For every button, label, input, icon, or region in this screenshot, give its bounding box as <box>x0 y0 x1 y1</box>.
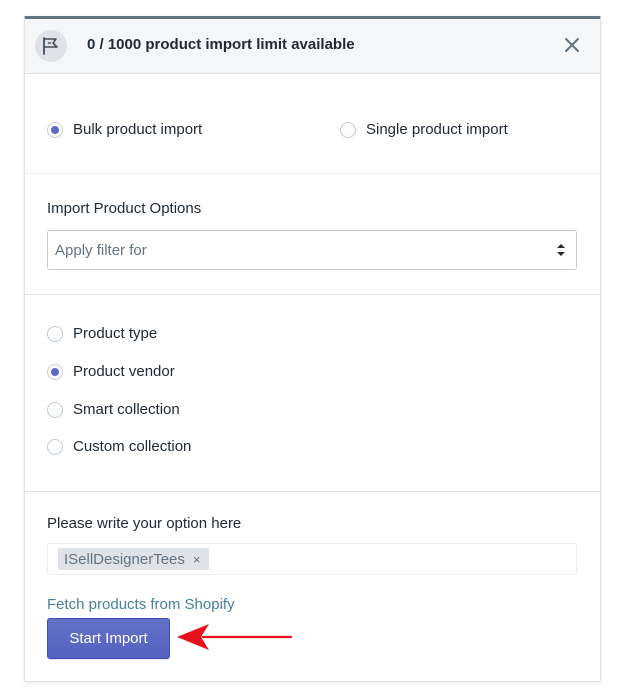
product-type-radio[interactable]: Product type <box>47 325 157 342</box>
filter-type-section: Product type Product vendor Smart collec… <box>25 295 600 492</box>
option-tag: ISellDesignerTees × <box>58 548 209 570</box>
import-options-section: Import Product Options Apply filter for <box>25 174 600 295</box>
select-value: Apply filter for <box>55 241 147 259</box>
bulk-import-radio[interactable]: Bulk product import <box>47 121 202 138</box>
radio-label: Product vendor <box>73 363 175 380</box>
radio-button[interactable] <box>47 121 63 138</box>
custom-collection-radio[interactable]: Custom collection <box>47 438 191 455</box>
single-import-radio[interactable]: Single product import <box>340 121 508 138</box>
import-options-label: Import Product Options <box>47 200 202 217</box>
radio-button[interactable] <box>47 363 63 380</box>
radio-label: Smart collection <box>73 401 180 418</box>
radio-button[interactable] <box>47 325 63 342</box>
modal-header: 0 / 1000 product import limit available <box>25 19 600 74</box>
fetch-products-link[interactable]: Fetch products from Shopify <box>47 596 235 613</box>
radio-label: Bulk product import <box>73 121 203 138</box>
import-modal: 0 / 1000 product import limit available … <box>24 16 601 682</box>
filter-select[interactable]: Apply filter for <box>47 230 577 270</box>
select-arrows-icon <box>556 243 566 261</box>
product-vendor-radio[interactable]: Product vendor <box>47 363 175 380</box>
option-input-label: Please write your option here <box>47 515 242 532</box>
option-tag-input[interactable]: ISellDesignerTees × <box>47 543 577 575</box>
radio-button[interactable] <box>47 401 63 418</box>
radio-label: Custom collection <box>73 438 192 455</box>
import-mode-section: Bulk product import Single product impor… <box>25 74 600 174</box>
annotation-arrow <box>177 624 293 650</box>
radio-button[interactable] <box>47 438 63 455</box>
close-icon[interactable] <box>562 35 582 55</box>
option-input-section: Please write your option here ISellDesig… <box>25 492 600 681</box>
radio-label: Single product import <box>366 121 508 138</box>
tag-label: ISellDesignerTees <box>64 550 185 568</box>
remove-tag-icon[interactable]: × <box>193 552 201 567</box>
radio-label: Product type <box>73 325 158 342</box>
smart-collection-radio[interactable]: Smart collection <box>47 401 180 418</box>
start-import-button[interactable]: Start Import <box>47 618 170 659</box>
flag-icon <box>35 30 67 62</box>
modal-title: 0 / 1000 product import limit available <box>87 36 355 53</box>
radio-button[interactable] <box>340 121 356 138</box>
